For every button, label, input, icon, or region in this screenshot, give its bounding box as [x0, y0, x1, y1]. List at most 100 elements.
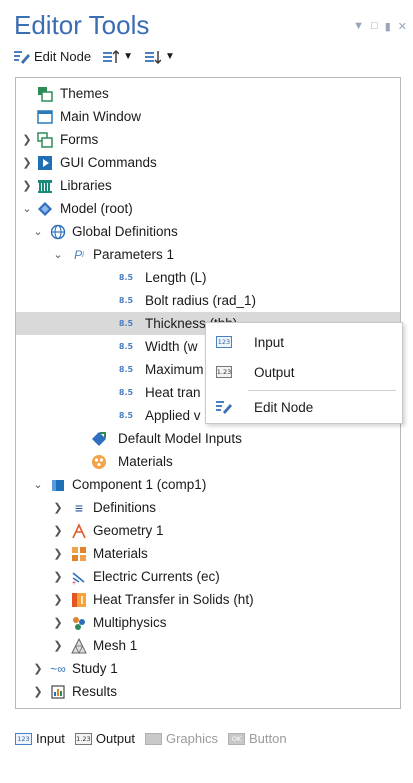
chevron-down-icon: ▼ [165, 51, 175, 62]
tree-item-themes[interactable]: Themes [16, 82, 400, 105]
tree-item-mesh-1[interactable]: ❯ Mesh 1 [16, 634, 400, 657]
edit-node-label: Edit Node [34, 49, 92, 64]
button-icon: OK [227, 732, 245, 745]
chevron-right-icon[interactable]: ❯ [21, 133, 33, 147]
dropdown-arrow-icon[interactable]: ▼ [353, 20, 364, 33]
chevron-down-icon[interactable]: ⌄ [21, 202, 33, 216]
tree-item-label: Themes [60, 86, 109, 101]
gui-commands-icon [37, 155, 53, 171]
chevron-right-icon[interactable]: ❯ [52, 616, 64, 630]
menu-item-label: Output [254, 364, 295, 380]
pin-icon[interactable]: ▮ [385, 20, 391, 33]
chevron-right-icon[interactable]: ❯ [21, 156, 33, 170]
model-icon [37, 201, 53, 217]
close-icon[interactable]: ✕ [398, 20, 407, 33]
context-menu-item-output[interactable]: 1.23 Output [206, 359, 402, 385]
mesh-icon [71, 637, 87, 654]
move-up-button[interactable]: ▼ [103, 49, 133, 64]
tree-item-label: Main Window [60, 109, 142, 124]
tree-item-label: Length (L) [145, 270, 207, 285]
tree-item-label: Definitions [93, 500, 157, 515]
window-icon [37, 109, 53, 125]
tree-item-multiphysics[interactable]: ❯ Multiphysics [16, 611, 400, 634]
definitions-icon: ≡ [74, 499, 84, 516]
parameter-value-icon: 8.5 [118, 296, 134, 305]
tree-item-global-materials[interactable]: Materials [16, 450, 400, 473]
context-menu: 123 Input 1.23 Output Edit Node [205, 322, 403, 424]
tree-item-model-root[interactable]: ⌄ Model (root) [16, 197, 400, 220]
component-icon [50, 477, 66, 493]
tree-item-results[interactable]: ❯ Results [16, 680, 400, 703]
tree-item-label: Bolt radius (rad_1) [145, 293, 257, 308]
tree-item-label: Default Model Inputs [118, 431, 242, 446]
tree-item-label: Mesh 1 [93, 638, 138, 653]
svg-text:+: + [72, 580, 76, 585]
context-menu-item-edit-node[interactable]: Edit Node [206, 394, 402, 420]
tree-item-label: Libraries [60, 178, 112, 193]
toolbar: Edit Node ▼ ▼ [14, 49, 175, 64]
tree-item-study-1[interactable]: ❯ ~∞ Study 1 [16, 657, 400, 680]
chevron-right-icon[interactable]: ❯ [52, 501, 64, 515]
tree-item-main-window[interactable]: Main Window [16, 105, 400, 128]
chevron-right-icon[interactable]: ❯ [52, 593, 64, 607]
legend-label: Button [248, 731, 287, 746]
tree-item-geometry-1[interactable]: ❯ Geometry 1 [16, 519, 400, 542]
tree-item-label: Model (root) [60, 201, 133, 216]
geometry-icon [71, 522, 87, 539]
tree-item-parameter[interactable]: 8.5 Bolt radius (rad_1) [16, 289, 400, 312]
tree-item-parameter[interactable]: 8.5 Length (L) [16, 266, 400, 289]
legend-graphics: Graphics [144, 731, 218, 746]
multiphysics-icon [71, 615, 87, 631]
legend-button: OK Button [227, 731, 287, 746]
chevron-right-icon[interactable]: ❯ [52, 570, 64, 584]
edit-node-icon [216, 399, 232, 415]
parameter-value-icon: 8.5 [118, 273, 134, 282]
edit-node-icon [14, 50, 30, 64]
materials-icon [71, 546, 87, 562]
graphics-icon [144, 732, 162, 745]
parameter-value-icon: 8.5 [118, 411, 134, 420]
tree-item-heat-transfer[interactable]: ❯ Heat Transfer in Solids (ht) [16, 588, 400, 611]
tree-item-parameters-1[interactable]: ⌄ Pi Parameters 1 [16, 243, 400, 266]
chevron-right-icon[interactable]: ❯ [32, 685, 44, 699]
output-icon: 1.23 [74, 732, 92, 745]
tree-item-libraries[interactable]: ❯ Libraries [16, 174, 400, 197]
results-icon [50, 684, 66, 700]
chevron-right-icon[interactable]: ❯ [52, 639, 64, 653]
tree-item-label: GUI Commands [60, 155, 157, 170]
chevron-right-icon[interactable]: ❯ [32, 662, 44, 676]
tree-item-label: Parameters 1 [93, 247, 175, 262]
tree-item-global-definitions[interactable]: ⌄ Global Definitions [16, 220, 400, 243]
parameter-value-icon: 8.5 [118, 388, 134, 397]
context-menu-item-input[interactable]: 123 Input [206, 329, 402, 355]
tree-item-forms[interactable]: ❯ Forms [16, 128, 400, 151]
edit-node-button[interactable]: Edit Node [14, 49, 91, 64]
tree-item-gui-commands[interactable]: ❯ GUI Commands [16, 151, 400, 174]
chevron-down-icon[interactable]: ⌄ [52, 248, 64, 262]
legend-output: 1.23 Output [74, 731, 135, 746]
tree-item-definitions[interactable]: ❯ ≡ Definitions [16, 496, 400, 519]
tree-item-component-1[interactable]: ⌄ Component 1 (comp1) [16, 473, 400, 496]
input-icon: 123 [15, 732, 32, 745]
tree-item-label: Geometry 1 [93, 523, 164, 538]
maximize-icon[interactable]: □ [371, 20, 378, 33]
tree-item-component-materials[interactable]: ❯ Materials [16, 542, 400, 565]
tree-item-label: Multiphysics [93, 615, 167, 630]
chevron-right-icon[interactable]: ❯ [52, 547, 64, 561]
move-down-button[interactable]: ▼ [145, 50, 175, 64]
output-icon: 1.23 [215, 366, 233, 378]
tree-item-electric-currents[interactable]: ❯ + Electric Currents (ec) [16, 565, 400, 588]
menu-item-label: Edit Node [254, 399, 314, 415]
legend-label: Graphics [165, 731, 218, 746]
heat-transfer-icon [71, 592, 87, 608]
tree-item-default-model-inputs[interactable]: Default Model Inputs [16, 427, 400, 450]
list-move-up-icon [103, 49, 120, 63]
chevron-down-icon[interactable]: ⌄ [32, 225, 44, 239]
chevron-right-icon[interactable]: ❯ [52, 524, 64, 538]
globe-icon [50, 224, 66, 240]
chevron-right-icon[interactable]: ❯ [21, 179, 33, 193]
chevron-down-icon[interactable]: ⌄ [32, 478, 44, 492]
window-controls: ▼ □ ▮ ✕ [353, 20, 407, 33]
tree-item-label: Electric Currents (ec) [93, 569, 220, 584]
tree-item-label: Maximum [145, 362, 204, 377]
